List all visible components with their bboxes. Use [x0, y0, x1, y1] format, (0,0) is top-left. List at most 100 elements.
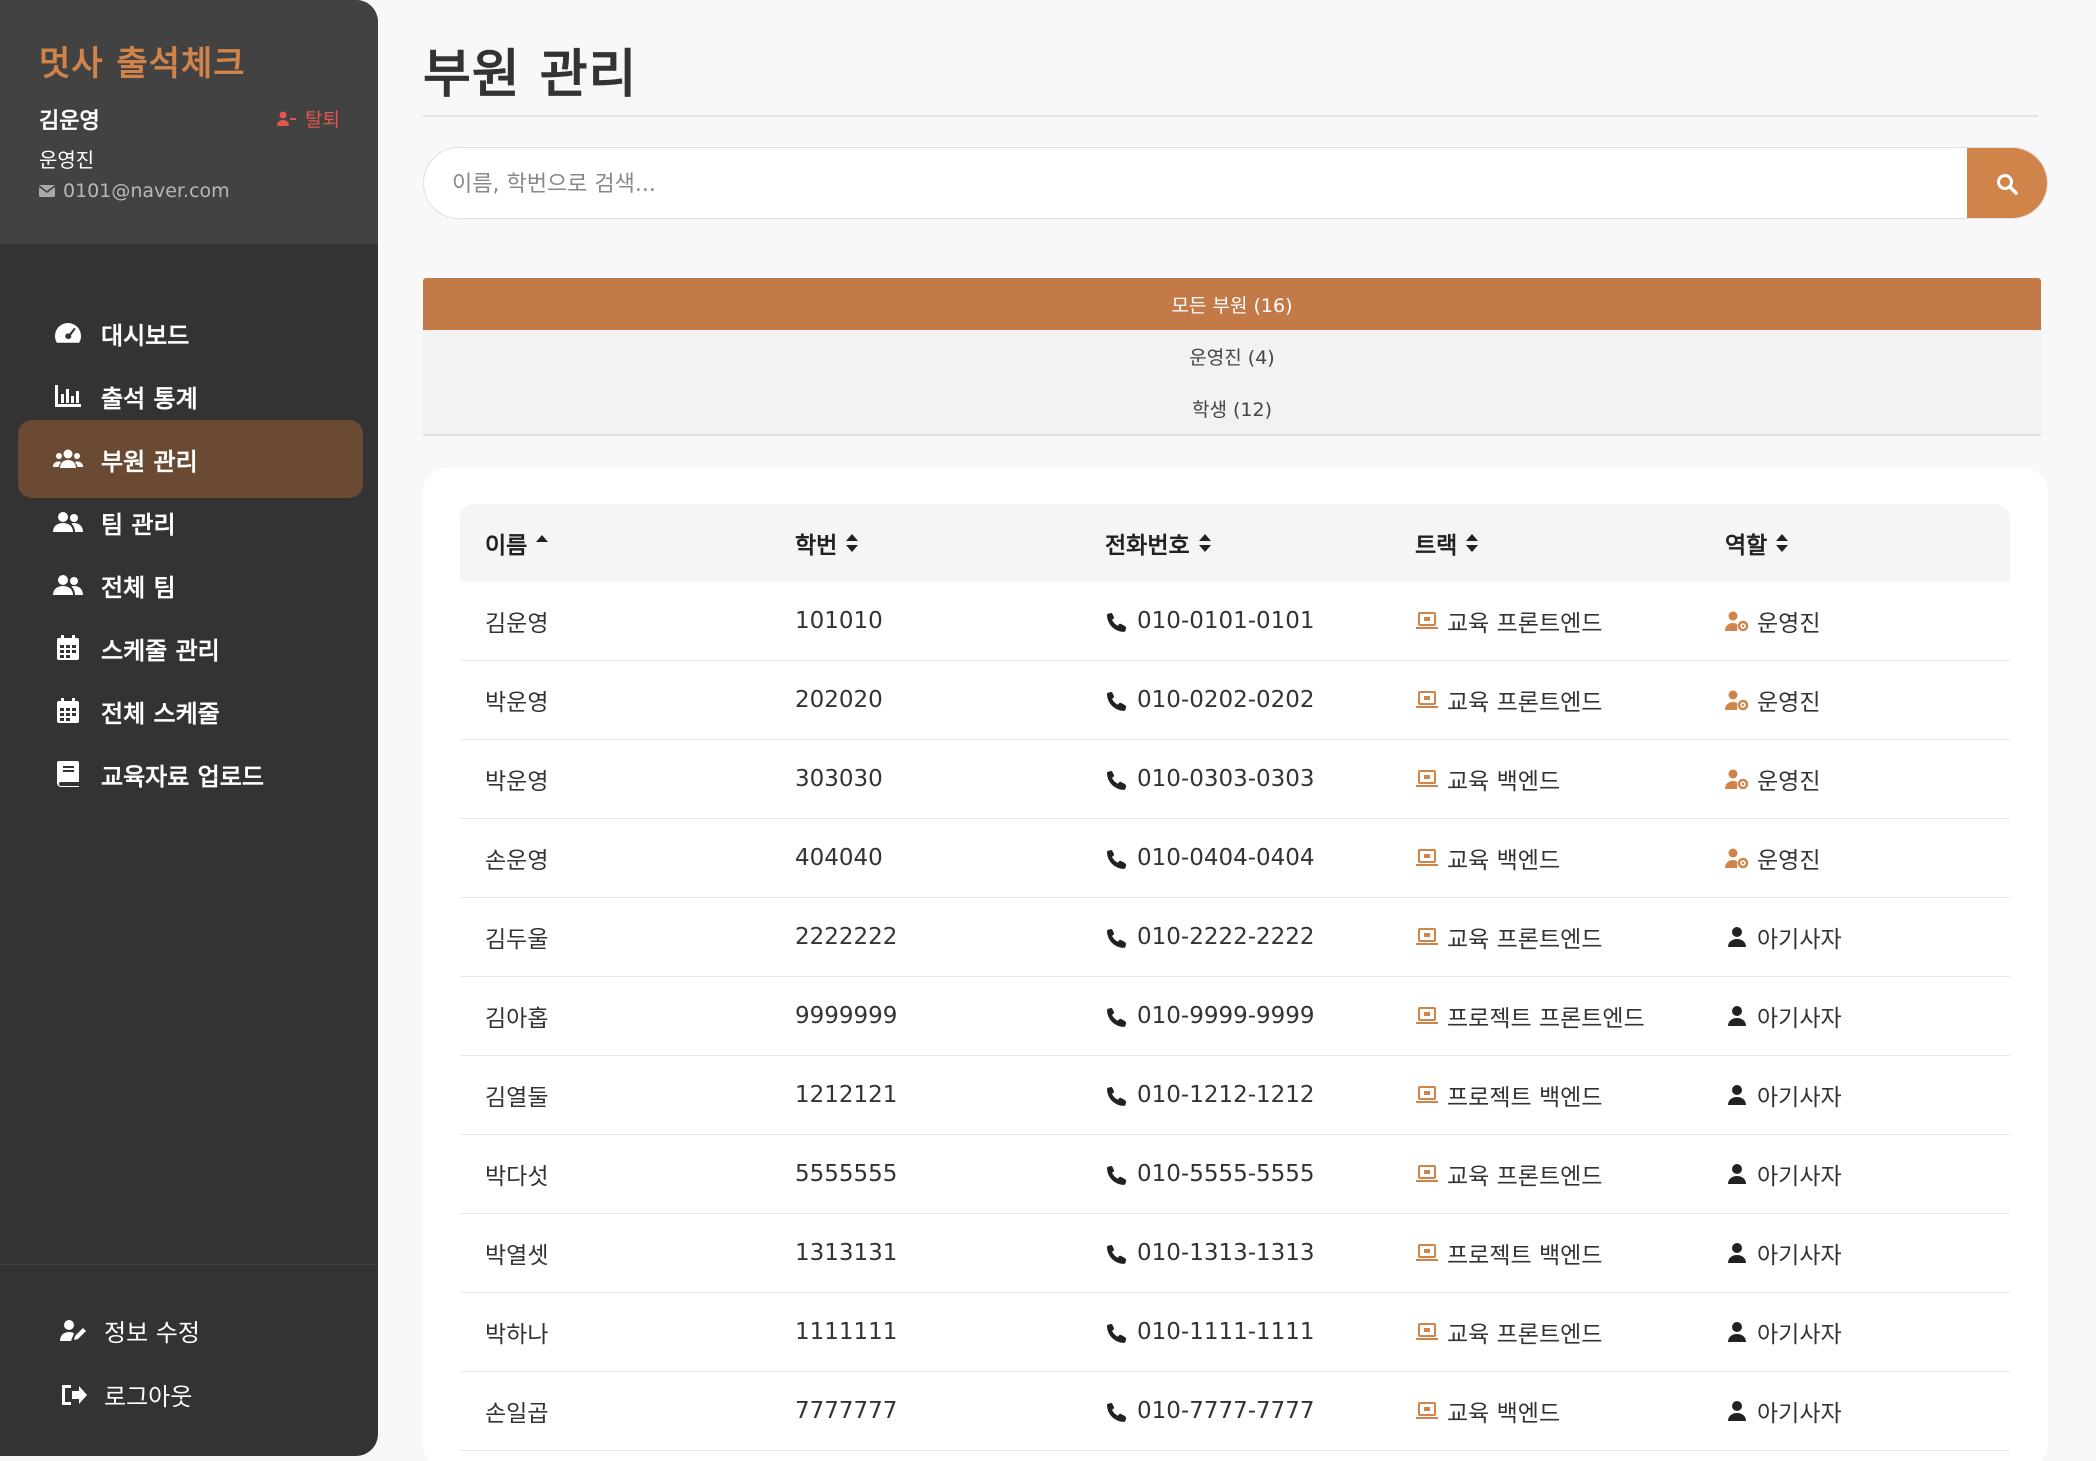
cell-track-text: 프로젝트 백엔드 [1447, 1243, 1603, 1269]
phone-icon [1107, 692, 1127, 711]
table-row[interactable]: 김아홉 9999999 010-9999-9999 프로젝트 프론트엔드 아기사자 [460, 977, 2010, 1056]
cell-track: 프로젝트 프론트엔드 [1390, 999, 1700, 1033]
table-row[interactable]: 박열셋 1313131 010-1313-1313 프로젝트 백엔드 아기사자 [460, 1214, 2010, 1293]
cell-role: 운영진 [1700, 683, 2010, 717]
col-header-role[interactable]: 역할 [1700, 526, 2010, 560]
logout-button[interactable]: 로그아웃 [60, 1377, 192, 1412]
cell-student-id: 5555555 [770, 1161, 1080, 1187]
table-row[interactable]: 손운영 404040 010-0404-0404 교육 백엔드 운영진 [460, 819, 2010, 898]
table-row[interactable]: 박다섯 5555555 010-5555-5555 교육 프론트엔드 아기사자 [460, 1135, 2010, 1214]
table-row[interactable]: 김두울 2222222 010-2222-2222 교육 프론트엔드 아기사자 [460, 898, 2010, 977]
table-row[interactable]: 박하나 1111111 010-1111-1111 교육 프론트엔드 아기사자 [460, 1293, 2010, 1372]
user-group-icon [53, 512, 83, 532]
table-row[interactable]: 김운영 101010 010-0101-0101 교육 프론트엔드 운영진 [460, 582, 2010, 661]
user-group-icon [53, 575, 83, 595]
cell-role: 운영진 [1700, 841, 2010, 875]
withdraw-label: 탈퇴 [305, 109, 340, 131]
cell-name: 김아홉 [460, 999, 770, 1033]
cell-name: 박열셋 [460, 1236, 770, 1270]
cell-name-text: 박하나 [485, 1322, 549, 1348]
cell-track: 교육 프론트엔드 [1390, 920, 1700, 954]
cell-phone: 010-2222-2222 [1080, 924, 1390, 950]
cell-student-id-text: 1212121 [795, 1082, 898, 1108]
cell-phone-text: 010-1212-1212 [1137, 1082, 1315, 1108]
cell-name-text: 손운영 [485, 848, 549, 874]
cell-role: 운영진 [1700, 762, 2010, 796]
cell-phone: 010-0404-0404 [1080, 845, 1390, 871]
col-header-name-label: 이름 [485, 533, 528, 559]
edit-profile-button[interactable]: 정보 수정 [60, 1313, 200, 1348]
cell-phone-text: 010-0101-0101 [1137, 608, 1315, 634]
cell-student-id: 1313131 [770, 1240, 1080, 1266]
cell-phone-text: 010-0404-0404 [1137, 845, 1315, 871]
cell-phone: 010-5555-5555 [1080, 1161, 1390, 1187]
cell-student-id-text: 5555555 [795, 1161, 898, 1187]
user-icon [1728, 1085, 1746, 1105]
cell-track: 교육 프론트엔드 [1390, 604, 1700, 638]
cell-name: 손운영 [460, 841, 770, 875]
table-row[interactable]: 김열둘 1212121 010-1212-1212 프로젝트 백엔드 아기사자 [460, 1056, 2010, 1135]
book-icon [57, 761, 79, 787]
cell-name-text: 김아홉 [485, 1006, 549, 1032]
cell-name-text: 김두울 [485, 927, 549, 953]
cell-student-id: 9999999 [770, 1003, 1080, 1029]
table-row[interactable]: 손일곱 7777777 010-7777-7777 교육 백엔드 아기사자 [460, 1372, 2010, 1451]
cell-student-id-text: 2222222 [795, 924, 898, 950]
cell-student-id: 1212121 [770, 1082, 1080, 1108]
user-icon [1728, 1322, 1746, 1342]
search-icon [1997, 174, 2018, 195]
col-header-name[interactable]: 이름 [460, 526, 770, 560]
phone-icon [1107, 850, 1127, 869]
phone-icon [1107, 1403, 1127, 1422]
search-button[interactable] [1967, 148, 2047, 218]
sidebar-divider [0, 1264, 378, 1265]
cell-phone: 010-9999-9999 [1080, 1003, 1390, 1029]
cell-role-text: 운영진 [1757, 848, 1821, 874]
chart-bar-icon [55, 385, 81, 407]
cell-phone-text: 010-0202-0202 [1137, 687, 1315, 713]
filter-staff[interactable]: 운영진 (4) [423, 330, 2041, 382]
cell-phone-text: 010-9999-9999 [1137, 1003, 1315, 1029]
calendar-icon [57, 635, 79, 660]
withdraw-button[interactable]: 탈퇴 [277, 105, 340, 132]
col-header-track-label: 트랙 [1415, 533, 1458, 559]
user-cog-icon [1725, 769, 1749, 790]
table-row[interactable]: 박운영 303030 010-0303-0303 교육 백엔드 운영진 [460, 740, 2010, 819]
search-input[interactable] [452, 148, 1952, 218]
cell-track: 교육 프론트엔드 [1390, 1157, 1700, 1191]
cell-student-id: 404040 [770, 845, 1080, 871]
cell-role-text: 아기사자 [1757, 1006, 1842, 1032]
cell-name: 박하나 [460, 1315, 770, 1349]
laptop-icon [1416, 1402, 1438, 1419]
table-row[interactable]: 박운영 202020 010-0202-0202 교육 프론트엔드 운영진 [460, 661, 2010, 740]
cell-track: 프로젝트 백엔드 [1390, 1078, 1700, 1112]
laptop-icon [1416, 1323, 1438, 1340]
laptop-icon [1416, 612, 1438, 629]
user-icon [1728, 927, 1746, 947]
nav-label-all-schedules: 전체 스케줄 [101, 699, 220, 728]
cell-track-text: 프로젝트 프론트엔드 [1447, 1006, 1645, 1032]
nav-label-dashboard: 대시보드 [101, 321, 190, 350]
col-header-id[interactable]: 학번 [770, 526, 1080, 560]
filter-all-members[interactable]: 모든 부원 (16) [423, 278, 2041, 330]
cell-name: 박운영 [460, 762, 770, 796]
cell-role: 아기사자 [1700, 920, 2010, 954]
cell-track-text: 교육 프론트엔드 [1447, 1322, 1603, 1348]
cell-phone: 010-1111-1111 [1080, 1319, 1390, 1345]
user-name: 김운영 [39, 109, 100, 134]
title-divider [423, 115, 2038, 117]
cell-track-text: 교육 프론트엔드 [1447, 611, 1603, 637]
user-cog-icon [1725, 848, 1749, 869]
dashboard-icon [55, 323, 82, 343]
user-role: 운영진 [39, 148, 95, 172]
cell-role: 아기사자 [1700, 1394, 2010, 1428]
cell-role-text: 아기사자 [1757, 1401, 1842, 1427]
col-header-phone[interactable]: 전화번호 [1080, 526, 1390, 560]
col-header-track[interactable]: 트랙 [1390, 526, 1700, 560]
cell-role-text: 아기사자 [1757, 927, 1842, 953]
filter-students[interactable]: 학생 (12) [423, 382, 2041, 434]
cell-student-id: 303030 [770, 766, 1080, 792]
nav-item-material-upload[interactable]: 교육자료 업로드 [18, 735, 363, 813]
nav-label-material-upload: 교육자료 업로드 [101, 762, 264, 791]
sort-icon [846, 534, 859, 552]
